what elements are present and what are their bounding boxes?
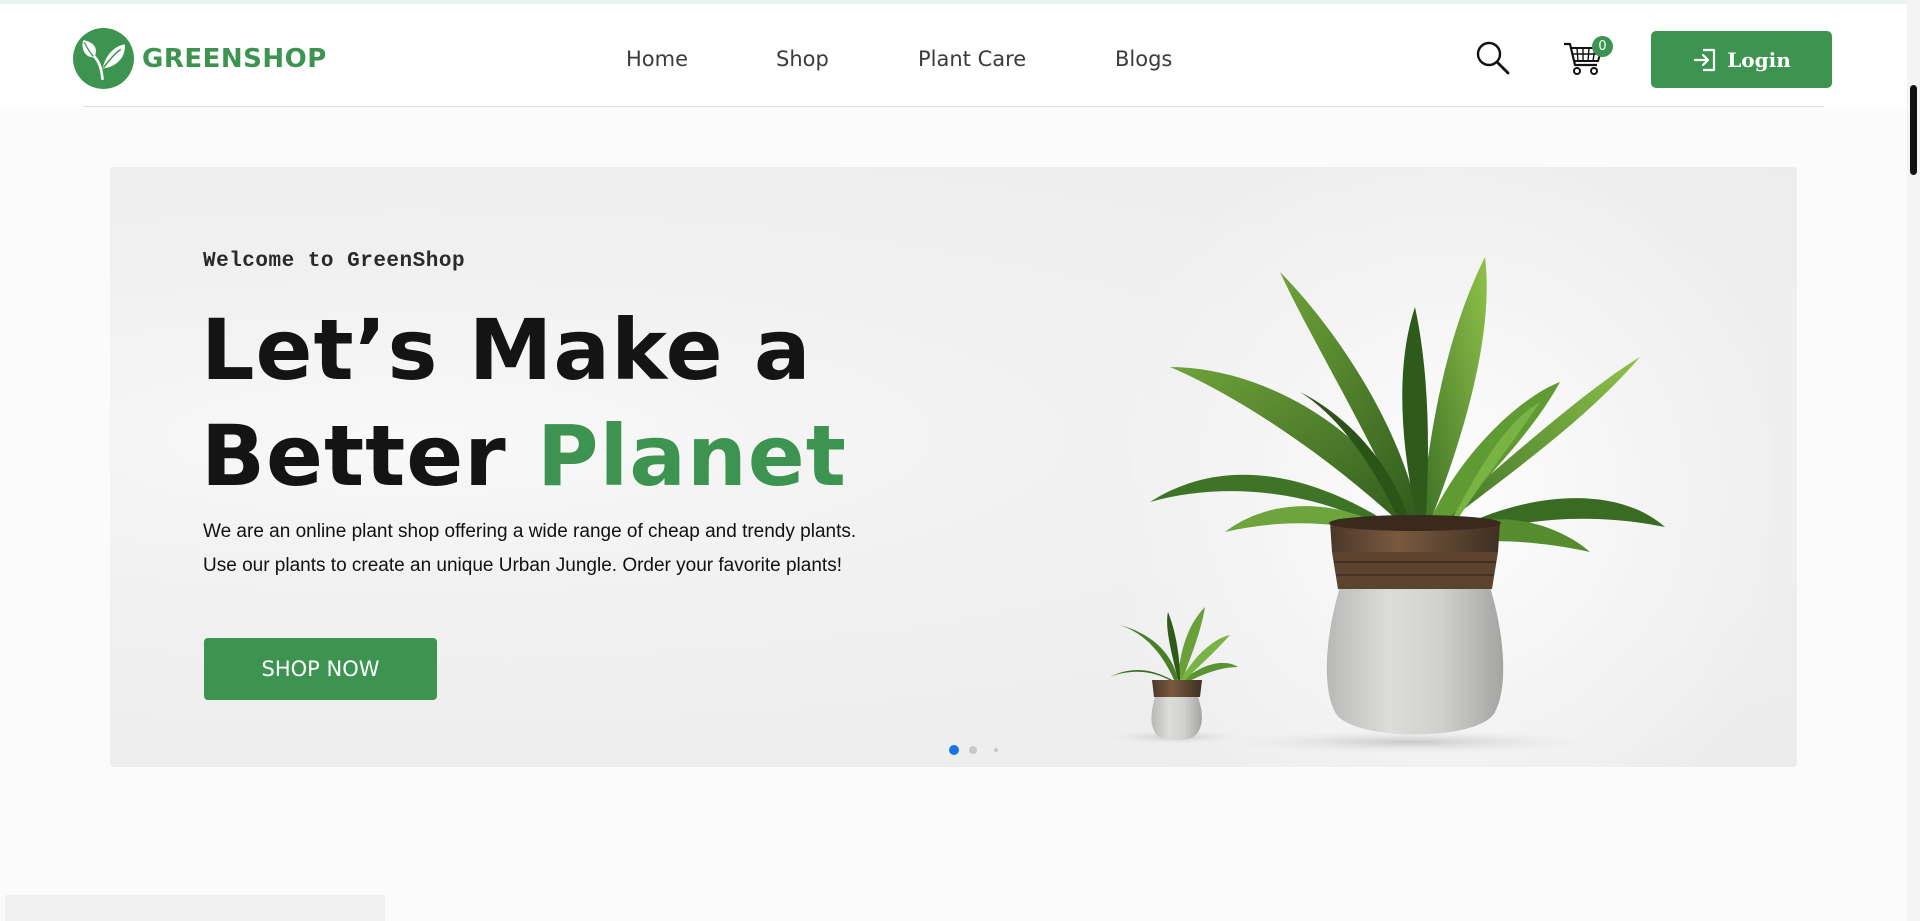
slide-dot-3[interactable] bbox=[994, 748, 998, 752]
hero-welcome-text: Welcome to GreenShop bbox=[203, 250, 466, 273]
page-scrollbar[interactable] bbox=[1907, 0, 1920, 921]
cart-button[interactable]: 0 bbox=[1562, 36, 1614, 78]
hero-description: We are an online plant shop offering a w… bbox=[203, 515, 923, 583]
hero-desc-line-1: We are an online plant shop offering a w… bbox=[203, 521, 857, 542]
site-header: GREENSHOP Home Shop Plant Care Blogs 0 L… bbox=[0, 4, 1907, 107]
nav-plant-care[interactable]: Plant Care bbox=[918, 47, 1026, 71]
login-label: Login bbox=[1727, 47, 1791, 72]
search-button[interactable] bbox=[1475, 40, 1511, 76]
headline-accent: Planet bbox=[536, 407, 847, 505]
header-divider bbox=[84, 106, 1824, 107]
login-icon bbox=[1694, 48, 1716, 71]
nav-blogs[interactable]: Blogs bbox=[1115, 47, 1172, 71]
slide-dot-2[interactable] bbox=[969, 746, 977, 754]
big-plant-leaves bbox=[1150, 257, 1665, 552]
small-plant bbox=[1110, 607, 1238, 741]
headline-line-1: Let’s Make a bbox=[201, 301, 812, 399]
big-pot bbox=[1326, 515, 1504, 735]
nav-shop[interactable]: Shop bbox=[776, 47, 829, 71]
login-button[interactable]: Login bbox=[1651, 31, 1832, 88]
nav-home[interactable]: Home bbox=[626, 47, 688, 71]
scrollbar-thumb[interactable] bbox=[1910, 85, 1917, 175]
headline-line-2: Better bbox=[201, 407, 537, 505]
hero-headline: Let’s Make a Better Planet bbox=[201, 297, 847, 509]
cart-count-badge: 0 bbox=[1592, 36, 1613, 57]
main-nav: Home Shop Plant Care Blogs bbox=[0, 47, 1907, 77]
shop-now-button[interactable]: SHOP NOW bbox=[204, 638, 437, 700]
slide-dot-1[interactable] bbox=[949, 745, 959, 755]
hero-desc-line-2: Use our plants to create an unique Urban… bbox=[203, 555, 842, 576]
slider-dots bbox=[949, 745, 998, 755]
bottom-status-strip bbox=[5, 895, 385, 921]
search-icon bbox=[1476, 41, 1510, 75]
hero-banner: Welcome to GreenShop Let’s Make a Better… bbox=[110, 167, 1797, 767]
